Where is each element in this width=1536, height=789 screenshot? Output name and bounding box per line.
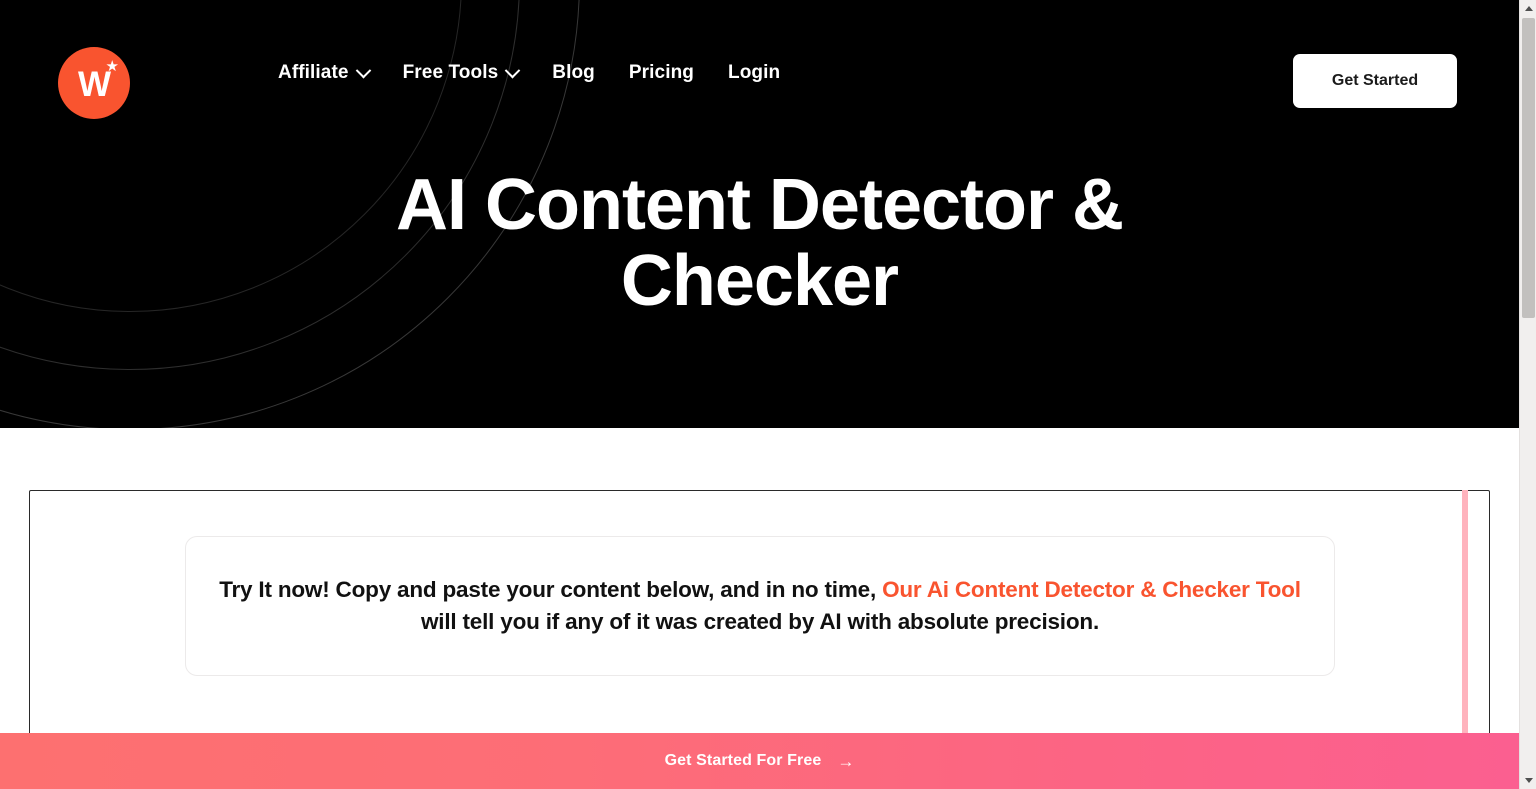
- browser-scrollbar[interactable]: [1519, 0, 1536, 789]
- nav-item-blog[interactable]: Blog: [552, 62, 595, 84]
- nav-item-affiliate[interactable]: Affiliate: [278, 62, 371, 84]
- brand-logo[interactable]: W ★: [58, 47, 130, 119]
- triangle-down-icon: [1524, 778, 1533, 783]
- browser-viewport: W ★ Affiliate Free Tools Blog Pricing Lo…: [0, 0, 1519, 789]
- nav-item-login[interactable]: Login: [728, 62, 780, 84]
- prompt-box: Try It now! Copy and paste your content …: [185, 536, 1335, 676]
- nav-item-label: Affiliate: [278, 62, 349, 83]
- nav-item-label: Pricing: [628, 62, 694, 83]
- nav-item-free-tools[interactable]: Free Tools: [402, 62, 521, 84]
- prompt-text-part-2: will tell you if any of it was created b…: [420, 609, 1099, 634]
- hero-title-line-1: AI Content Detector &: [395, 165, 1124, 245]
- get-started-for-free-bar[interactable]: Get Started For Free →: [0, 733, 1519, 789]
- nav-item-pricing[interactable]: Pricing: [629, 62, 694, 84]
- chevron-down-icon: [355, 62, 371, 78]
- nav-item-label: Blog: [552, 62, 595, 83]
- scrollbar-up-arrow[interactable]: [1520, 0, 1536, 17]
- prompt-text-part-1: Try It now! Copy and paste your content …: [219, 577, 883, 603]
- main-navbar: W ★ Affiliate Free Tools Blog Pricing Lo…: [0, 0, 1519, 162]
- arrow-right-icon: →: [837, 752, 855, 771]
- nav-item-label: Free Tools: [402, 62, 499, 83]
- triangle-up-icon: [1524, 6, 1533, 11]
- star-icon: ★: [105, 58, 119, 75]
- prompt-text-highlight: Our Ai Content Detector & Checker Tool: [882, 577, 1301, 603]
- cta-bar-label: Get Started For Free: [664, 752, 822, 769]
- chevron-down-icon: [504, 62, 521, 78]
- scrollbar-thumb[interactable]: [1522, 18, 1535, 318]
- nav-links: Affiliate Free Tools Blog Pricing Login: [278, 62, 780, 84]
- prompt-text: Try It now! Copy and paste your content …: [214, 574, 1306, 638]
- page-root: W ★ Affiliate Free Tools Blog Pricing Lo…: [0, 0, 1536, 789]
- page-title: AI Content Detector & Checker: [0, 165, 1519, 321]
- nav-item-label: Login: [727, 62, 781, 83]
- hero-section: W ★ Affiliate Free Tools Blog Pricing Lo…: [0, 0, 1519, 428]
- hero-title-line-2: Checker: [620, 240, 899, 321]
- scrollbar-down-arrow[interactable]: [1520, 772, 1536, 789]
- get-started-button[interactable]: Get Started: [1293, 54, 1457, 108]
